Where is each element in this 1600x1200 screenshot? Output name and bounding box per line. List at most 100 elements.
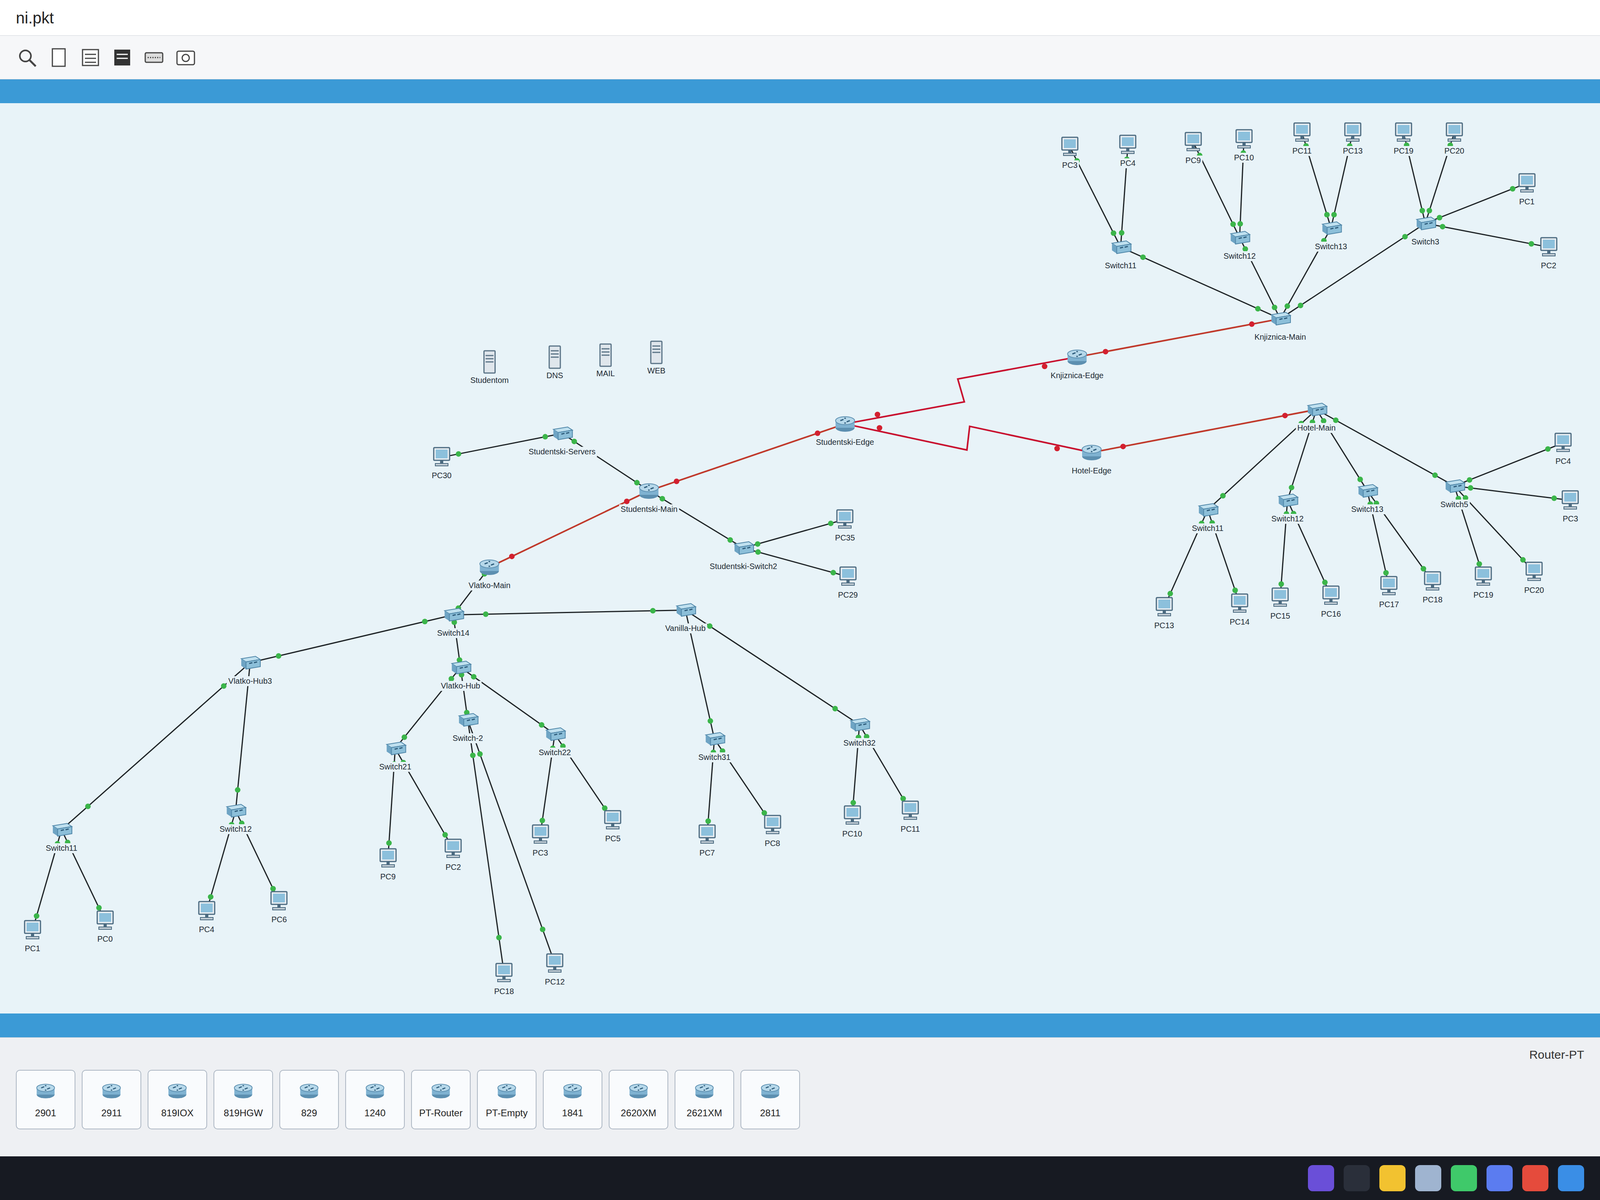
pc-node[interactable]: PC7 <box>694 821 720 858</box>
network-link[interactable] <box>714 738 773 825</box>
app-icon[interactable] <box>1379 1165 1406 1192</box>
pc-node[interactable]: PC13 <box>1340 119 1366 156</box>
network-link[interactable] <box>451 614 463 668</box>
pc-node[interactable]: PC15 <box>1267 584 1293 622</box>
network-link[interactable] <box>1425 183 1527 224</box>
pc-node[interactable]: PC17 <box>1376 573 1402 610</box>
server-node[interactable]: WEB <box>643 339 670 376</box>
device-model-button[interactable]: 819IOX <box>147 1069 208 1130</box>
network-link[interactable] <box>649 423 846 491</box>
network-link[interactable] <box>1454 486 1535 573</box>
switch-node[interactable]: Switch32 <box>841 711 877 749</box>
router-node[interactable]: Knjiznica-Edge <box>1049 344 1106 381</box>
switch-node[interactable]: Switch-2 <box>450 707 485 744</box>
app-icon[interactable] <box>1307 1165 1335 1192</box>
switch-node[interactable]: Studentski-Switch2 <box>707 535 779 572</box>
device-model-button[interactable]: 2620XM <box>608 1069 669 1130</box>
pc-node[interactable]: PC11 <box>1289 119 1315 156</box>
device-model-button[interactable]: 1240 <box>345 1069 405 1130</box>
zoom-icon[interactable] <box>15 46 39 69</box>
server-node[interactable]: Studentom <box>468 349 511 386</box>
pc-node[interactable]: PC4 <box>194 898 220 935</box>
switch-node[interactable]: Switch3 <box>1409 210 1441 247</box>
network-link[interactable] <box>460 667 555 735</box>
pc-node[interactable]: PC8 <box>759 812 786 849</box>
switch-node[interactable]: Switch12 <box>1221 225 1258 262</box>
pc-node[interactable]: PC3 <box>527 821 554 858</box>
pc-node[interactable]: PC1 <box>1514 170 1540 207</box>
network-link[interactable] <box>1091 409 1317 453</box>
device-model-button[interactable]: 2811 <box>740 1069 800 1130</box>
device-model-button[interactable]: 829 <box>279 1069 339 1130</box>
pc-node[interactable]: PC4 <box>1550 430 1576 467</box>
pc-node[interactable]: PC20 <box>1521 559 1547 596</box>
device-model-button[interactable]: 2911 <box>81 1069 142 1130</box>
router-node[interactable]: Studentski-Edge <box>814 411 876 448</box>
network-link[interactable] <box>1239 237 1281 320</box>
page-icon[interactable] <box>47 46 70 69</box>
pc-node[interactable]: PC16 <box>1318 582 1344 620</box>
network-link[interactable] <box>844 357 1077 424</box>
pc-node[interactable]: PC2 <box>1536 234 1562 271</box>
network-link[interactable] <box>453 607 686 618</box>
app-icon[interactable] <box>1557 1165 1585 1192</box>
network-link[interactable] <box>489 490 650 568</box>
pc-node[interactable]: PC30 <box>428 444 455 481</box>
router-node[interactable]: Studentski-Main <box>619 478 679 515</box>
switch-node[interactable]: Switch11 <box>1190 497 1226 534</box>
pc-node[interactable]: PC3 <box>1057 134 1083 171</box>
pc-node[interactable]: PC5 <box>600 807 626 844</box>
pc-node[interactable]: PC20 <box>1441 119 1468 156</box>
switch-node[interactable]: Studentski-Servers <box>526 420 598 457</box>
pc-node[interactable]: PC11 <box>897 798 924 835</box>
router-node[interactable]: Vlatko-Main <box>467 554 513 591</box>
pc-node[interactable]: PC18 <box>1419 568 1446 605</box>
network-link[interactable] <box>458 667 470 720</box>
network-link[interactable] <box>844 423 1092 453</box>
switch-node[interactable]: Switch13 <box>1349 478 1385 515</box>
pc-node[interactable]: PC3 <box>1557 487 1583 524</box>
switch-node[interactable]: Switch12 <box>1269 487 1306 524</box>
network-link[interactable] <box>1120 247 1281 320</box>
pc-node[interactable]: PC19 <box>1470 563 1497 600</box>
list-icon[interactable] <box>79 46 102 69</box>
pc-node[interactable]: PC10 <box>1231 126 1257 163</box>
notes-icon[interactable] <box>111 46 134 69</box>
pc-node[interactable]: PC0 <box>92 907 118 945</box>
network-link[interactable] <box>1454 442 1564 486</box>
pc-node[interactable]: PC35 <box>832 506 858 543</box>
app-icon[interactable] <box>1486 1165 1513 1192</box>
pc-node[interactable]: PC29 <box>835 563 861 600</box>
network-link[interactable] <box>61 662 250 830</box>
pc-node[interactable]: PC6 <box>266 888 292 925</box>
pc-node[interactable]: PC2 <box>440 836 466 873</box>
app-icon[interactable] <box>1415 1165 1442 1192</box>
camera-icon[interactable] <box>174 46 197 69</box>
browser-icon[interactable] <box>1522 1165 1549 1192</box>
pc-node[interactable]: PC12 <box>542 950 568 987</box>
pc-node[interactable]: PC10 <box>839 802 866 839</box>
network-link[interactable] <box>685 609 860 725</box>
pc-node[interactable]: PC14 <box>1226 590 1253 627</box>
device-icon[interactable] <box>142 46 166 69</box>
switch-node[interactable]: Switch31 <box>696 726 733 763</box>
device-model-button[interactable]: 1841 <box>542 1069 603 1130</box>
pc-node[interactable]: PC9 <box>1180 129 1206 166</box>
device-model-button[interactable]: 2901 <box>15 1069 76 1130</box>
pc-node[interactable]: PC18 <box>491 960 517 997</box>
switch-node[interactable]: Vlatko-Hub <box>439 654 482 691</box>
server-node[interactable]: MAIL <box>592 342 619 379</box>
app-icon[interactable] <box>1450 1165 1477 1192</box>
switch-node[interactable]: Hotel-Main <box>1295 396 1338 433</box>
logical-workspace[interactable]: Studentski-EdgeKnjiznica-EdgeHotel-EdgeS… <box>0 103 1600 1014</box>
pc-node[interactable]: PC1 <box>19 917 46 954</box>
switch-node[interactable]: Knjiznica-Main <box>1252 305 1308 343</box>
switch-node[interactable]: Switch21 <box>377 735 413 772</box>
network-link[interactable] <box>649 490 744 549</box>
network-link[interactable] <box>743 519 845 549</box>
device-model-button[interactable]: 819HGW <box>213 1069 274 1130</box>
switch-node[interactable]: Vlatko-Hub3 <box>226 650 274 687</box>
pc-node[interactable]: PC13 <box>1151 594 1177 631</box>
network-link[interactable] <box>1425 223 1549 248</box>
switch-node[interactable]: Switch12 <box>217 798 254 835</box>
